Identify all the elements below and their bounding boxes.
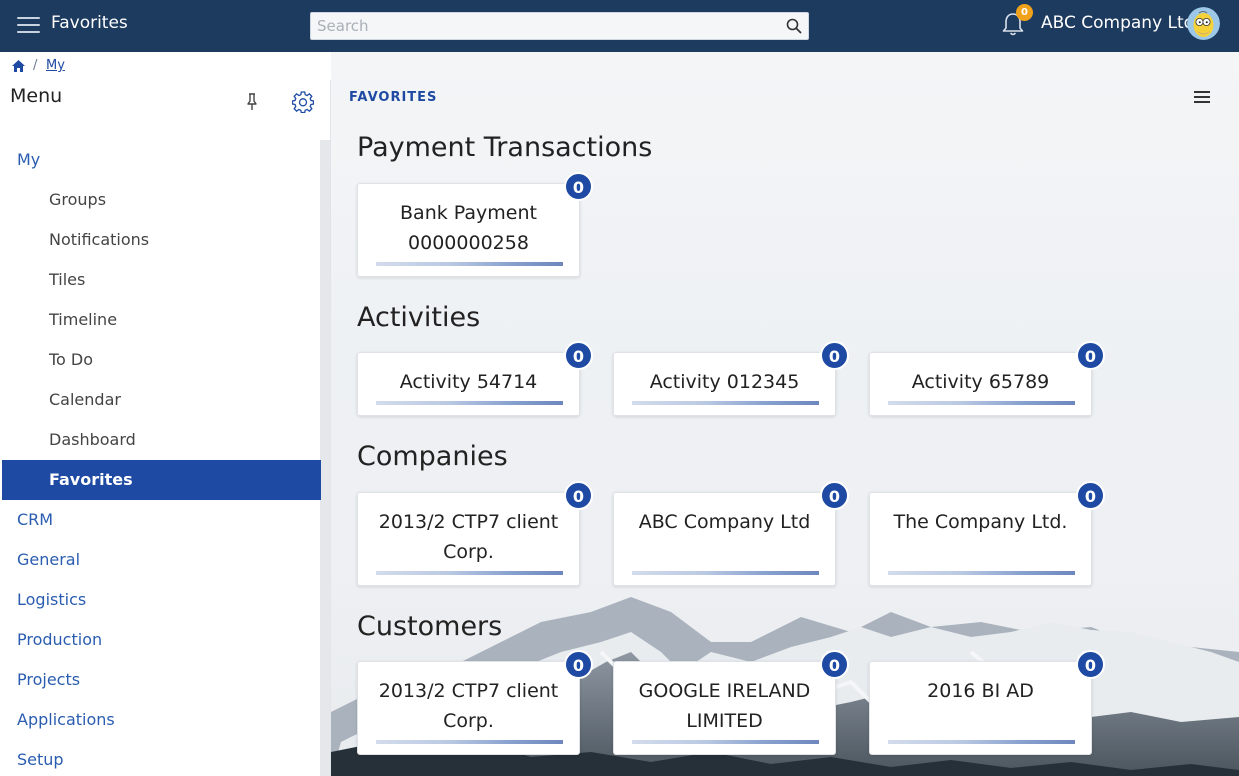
sidebar-item-groups[interactable]: Groups <box>2 180 321 220</box>
tile-count-badge: 0 <box>820 650 849 679</box>
user-avatar[interactable] <box>1187 7 1220 40</box>
app-title: Favorites <box>51 13 128 33</box>
favorite-tile[interactable]: ABC Company Ltd 0 <box>613 481 849 586</box>
tile-label: Activity 54714 <box>399 371 538 393</box>
sidebar-item-general[interactable]: General <box>2 540 321 580</box>
gear-icon[interactable] <box>292 91 314 113</box>
sidebar-item-setup[interactable]: Setup <box>2 740 321 776</box>
tile-label: GOOGLE IRELAND LIMITED <box>638 680 811 732</box>
group-heading: Customers <box>357 611 503 642</box>
sidebar-item-favorites[interactable]: Favorites <box>2 460 321 500</box>
tile-accent-bar <box>632 740 819 744</box>
tile-count-badge: 0 <box>820 341 849 370</box>
tile-accent-bar <box>888 571 1075 575</box>
company-name[interactable]: ABC Company Ltd. <box>1041 13 1200 33</box>
tile-count-badge: 0 <box>564 341 593 370</box>
sidebar-item-calendar[interactable]: Calendar <box>2 380 321 420</box>
tile-count-badge: 0 <box>564 481 593 510</box>
tile-accent-bar <box>376 740 563 744</box>
sidebar-item-projects[interactable]: Projects <box>2 660 321 700</box>
tile-label: Activity 012345 <box>649 371 800 393</box>
top-bar: Favorites 0 ABC Company Ltd. <box>0 0 1239 52</box>
favorite-tile[interactable]: The Company Ltd. 0 <box>869 481 1105 586</box>
favorite-tile[interactable]: Activity 54714 0 <box>357 341 593 416</box>
tile-label: ABC Company Ltd <box>638 511 811 533</box>
group-heading: Companies <box>357 441 508 472</box>
tile-count-badge: 0 <box>1076 341 1105 370</box>
group-heading: Payment Transactions <box>357 132 653 163</box>
sidebar-menu: Menu My Groups Notifications Tiles Timeline T… <box>2 80 331 776</box>
breadcrumb: / My <box>0 52 1239 80</box>
search-input[interactable] <box>317 16 777 36</box>
favorite-tile[interactable]: GOOGLE IRELAND LIMITED 0 <box>613 650 849 755</box>
tile-accent-bar <box>376 401 563 405</box>
sidebar-scrollbar[interactable] <box>320 140 330 776</box>
tile-label: 2013/2 CTP7 client Corp. <box>378 511 559 563</box>
tile-accent-bar <box>632 401 819 405</box>
notification-count-badge: 0 <box>1016 4 1033 21</box>
tile-count-badge: 0 <box>1076 650 1105 679</box>
sidebar-item-tiles[interactable]: Tiles <box>2 260 321 300</box>
tile-label: Activity 65789 <box>911 371 1050 393</box>
section-tag: FAVORITES <box>349 90 438 105</box>
sidebar-title: Menu <box>10 85 63 107</box>
sidebar-item-logistics[interactable]: Logistics <box>2 580 321 620</box>
home-icon[interactable] <box>11 59 26 73</box>
favorite-tile[interactable]: Bank Payment 0000000258 0 <box>357 172 593 277</box>
tile-accent-bar <box>376 571 563 575</box>
sidebar-item-crm[interactable]: CRM <box>2 500 321 540</box>
tile-label: 2013/2 CTP7 client Corp. <box>378 680 559 732</box>
favorite-tile[interactable]: Activity 65789 0 <box>869 341 1105 416</box>
sidebar-item-timeline[interactable]: Timeline <box>2 300 321 340</box>
sidebar-item-production[interactable]: Production <box>2 620 321 660</box>
favorite-tile[interactable]: Activity 012345 0 <box>613 341 849 416</box>
tile-label: 2016 BI AD <box>927 680 1034 702</box>
breadcrumb-separator: / <box>33 58 38 73</box>
tile-accent-bar <box>376 262 563 266</box>
sidebar-item-applications[interactable]: Applications <box>2 700 321 740</box>
sidebar-item-dashboard[interactable]: Dashboard <box>2 420 321 460</box>
breadcrumb-link-my[interactable]: My <box>46 58 65 73</box>
tile-accent-bar <box>632 571 819 575</box>
favorite-tile[interactable]: 2013/2 CTP7 client Corp. 0 <box>357 650 593 755</box>
tile-count-badge: 0 <box>1076 481 1105 510</box>
search-box[interactable] <box>310 12 809 40</box>
tile-label: The Company Ltd. <box>893 511 1068 533</box>
group-heading: Activities <box>357 302 481 333</box>
search-icon[interactable] <box>785 17 803 35</box>
tile-label: Bank Payment 0000000258 <box>400 202 537 254</box>
sidebar-item-to-do[interactable]: To Do <box>2 340 321 380</box>
tile-count-badge: 0 <box>820 481 849 510</box>
sidebar-item-notifications[interactable]: Notifications <box>2 220 321 260</box>
tile-accent-bar <box>888 401 1075 405</box>
sidebar-item-my[interactable]: My <box>2 140 321 180</box>
tile-count-badge: 0 <box>564 172 593 201</box>
pin-icon[interactable] <box>245 92 259 112</box>
favorite-tile[interactable]: 2016 BI AD 0 <box>869 650 1105 755</box>
hamburger-menu-icon[interactable] <box>17 15 40 35</box>
tile-accent-bar <box>888 740 1075 744</box>
tile-count-badge: 0 <box>564 650 593 679</box>
favorite-tile[interactable]: 2013/2 CTP7 client Corp. 0 <box>357 481 593 586</box>
list-menu-icon[interactable] <box>1194 90 1210 104</box>
